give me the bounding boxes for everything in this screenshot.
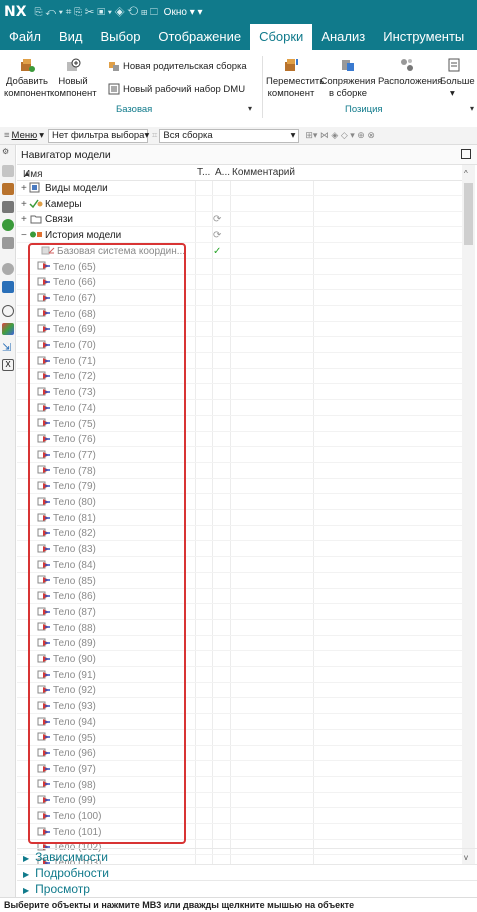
maximize-icon[interactable] [461, 149, 471, 159]
menu-bar: Файл Вид Выбор Отображение Сборки Анализ Инстр… [0, 24, 477, 50]
reuse-library-icon[interactable] [2, 237, 14, 249]
expand-toggle[interactable]: + [21, 181, 29, 196]
scroll-up-icon[interactable]: ^ [464, 169, 468, 178]
quick-access-toolbar[interactable]: ⎘ ↶ ▾ ⌗ ⎘ ✂ ▣ ▾ ◈ ⟲ ⊞ ☐ [35, 7, 158, 18]
column-comment[interactable]: Комментарий [232, 167, 295, 178]
tree-row-label: Виды модели [45, 183, 108, 194]
section-details[interactable]: ▶ Подробности [17, 864, 477, 880]
parent-assembly-icon [109, 62, 119, 71]
model-navigator-icon[interactable] [2, 219, 14, 231]
tree-row[interactable]: + Виды модели [17, 181, 462, 196]
assembly-constraints-button[interactable]: Сопряжения в сборке [318, 56, 378, 100]
main-menu-button[interactable]: ≡ Меню ▾ [0, 130, 48, 141]
constraint-navigator-icon[interactable] [2, 201, 14, 213]
ribbon-separator [262, 56, 263, 118]
camera-icon [29, 199, 43, 208]
menu-item[interactable]: Инструменты [374, 24, 473, 50]
expand-arrow-icon: ▶ [23, 886, 30, 895]
selection-filter-bar: ≡ Меню ▾ Нет фильтра выбора ▾ ⌗ Вся сборк… [0, 127, 477, 145]
window-menu[interactable]: Окно ▾ ▾ [164, 7, 203, 18]
clock-icon[interactable] [2, 305, 14, 317]
scroll-thumb[interactable] [464, 183, 473, 245]
column-t[interactable]: Т... [197, 167, 210, 178]
status-indicator: ⟳ [213, 230, 222, 242]
model-history-icon [30, 231, 42, 238]
resource-bar-settings-icon[interactable]: ⚙ [2, 147, 14, 159]
menu-item[interactable]: Вид [50, 24, 92, 50]
constraints-icon [342, 60, 354, 71]
menu-item[interactable]: Сборки [250, 24, 313, 50]
status-indicator: ✓ [213, 245, 222, 257]
move-component-button[interactable]: Переместить компонент [266, 56, 324, 100]
title-bar: NX ⎘ ↶ ▾ ⌗ ⎘ ✂ ▣ ▾ ◈ ⟲ ⊞ ☐ Окно ▾ ▾ [0, 0, 477, 24]
palette-icon[interactable] [2, 323, 14, 335]
nx-logo: NX [4, 4, 27, 20]
history-icon[interactable] [2, 281, 14, 293]
vertical-scrollbar[interactable]: ^ v [462, 165, 475, 865]
menu-item[interactable]: Анализ [312, 24, 374, 50]
group-position-expand-icon[interactable]: ▾ [470, 104, 474, 113]
ribbon: Добавить компонент Новый компонент Новая р… [0, 50, 477, 128]
type-filter-select[interactable]: Нет фильтра выбора ▾ [48, 128, 149, 143]
expand-arrow-icon: ▶ [23, 870, 30, 879]
new-dmu-workset-button[interactable]: Новый рабочий набор DMU [108, 83, 245, 95]
status-bar: Выберите объекты и нажмите MB3 или дважд… [0, 897, 477, 912]
more-button[interactable]: Больше ▾ [440, 56, 477, 100]
roles-icon[interactable]: ⇲ [2, 341, 14, 354]
tree-row[interactable]: + Связи ⟳ [17, 212, 462, 228]
filter-reset-icon[interactable]: ⌗ [152, 130, 157, 141]
column-a[interactable]: А... [215, 167, 230, 178]
links-icon [30, 215, 42, 224]
scope-select[interactable]: Вся сборка ▾ [159, 128, 300, 143]
add-component-icon [21, 59, 35, 72]
highlight-box [28, 243, 186, 844]
expand-toggle[interactable]: + [21, 197, 29, 212]
menu-item[interactable]: Файл [0, 24, 50, 50]
group-label-base: Базовая [116, 104, 153, 115]
expand-arrow-icon: ▶ [23, 854, 30, 863]
move-component-icon [285, 59, 298, 71]
positions-icon [401, 59, 413, 71]
group-base-expand-icon[interactable]: ▾ [248, 104, 252, 113]
new-component-button[interactable]: Новый компонент [50, 56, 97, 100]
assembly-navigator-icon[interactable] [2, 183, 14, 195]
more-icon [448, 58, 460, 72]
web-browser-icon[interactable] [2, 263, 14, 275]
tree-row[interactable]: − История модели ⟳ [17, 228, 462, 244]
new-parent-assembly-button[interactable]: Новая родительская сборка [108, 60, 247, 72]
tree-row[interactable]: + Камеры [17, 197, 462, 212]
section-preview[interactable]: ▶ Просмотр [17, 880, 477, 896]
expand-toggle[interactable]: − [21, 228, 29, 243]
column-header: Имя ▲ Т... А... Комментарий [17, 165, 462, 181]
expand-toggle[interactable]: + [21, 212, 29, 227]
menu-item[interactable]: Выбор [92, 24, 150, 50]
add-component-button[interactable]: Добавить компонент [4, 56, 51, 100]
model-views-icon [29, 182, 40, 193]
selection-tools-icons[interactable]: ⊞▾ ⋈ ◈ ◇ ▾ ⊕ ⊗ [305, 130, 375, 141]
menu-item[interactable]: Приложе [473, 24, 477, 50]
positions-button[interactable]: Расположения [378, 56, 442, 88]
section-dependencies[interactable]: ▶ Зависимости [17, 848, 477, 864]
dmu-workset-icon [108, 83, 120, 95]
resource-bar: ⚙ ⇲ X [0, 145, 16, 912]
nx-window: NX ⎘ ↶ ▾ ⌗ ⎘ ✂ ▣ ▾ ◈ ⟲ ⊞ ☐ Окно ▾ ▾ Файл… [0, 0, 477, 912]
system-materials-icon[interactable]: X [2, 359, 14, 371]
part-navigator-icon[interactable] [2, 165, 14, 177]
new-component-icon [67, 58, 81, 71]
sort-asc-icon: ▲ [23, 169, 31, 178]
group-label-position: Позиция [345, 104, 383, 115]
status-indicator: ⟳ [213, 214, 222, 226]
tree-row-label: Связи [45, 214, 74, 226]
tree-row-label: История модели [45, 230, 122, 242]
tree-row-label: Камеры [45, 198, 82, 210]
navigator-title: Навигатор модели [17, 145, 477, 165]
menu-item[interactable]: Отображение [149, 24, 250, 50]
